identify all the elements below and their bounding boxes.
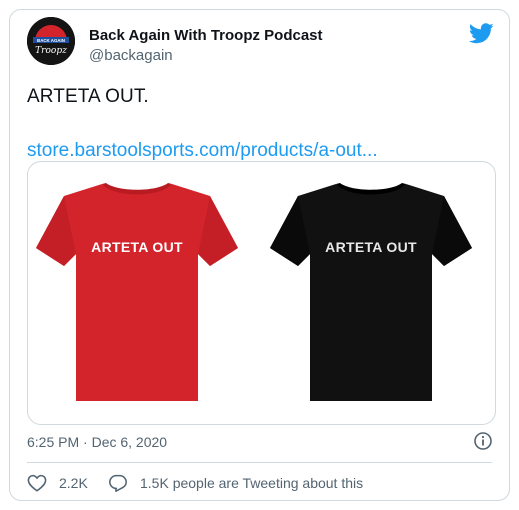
info-icon[interactable]: [473, 431, 493, 451]
avatar-logo: BACK AGAIN Troopz: [27, 17, 75, 65]
avatar-text-top: BACK AGAIN: [37, 38, 65, 43]
author-handle[interactable]: @backagain: [89, 47, 173, 64]
like-count: 2.2K: [59, 475, 88, 491]
red-shirt-image: [36, 183, 238, 401]
red-shirt-print: ARTETA OUT: [91, 239, 183, 255]
black-shirt-print: ARTETA OUT: [325, 239, 417, 255]
heart-icon: [27, 474, 47, 492]
twitter-bird-icon[interactable]: [469, 23, 494, 44]
divider: [27, 462, 492, 463]
avatar[interactable]: BACK AGAIN Troopz: [27, 17, 75, 65]
black-shirt-image: [270, 183, 472, 401]
reply-button[interactable]: 1.5K people are Tweeting about this: [108, 473, 363, 493]
tweet-text: ARTETA OUT.: [27, 86, 149, 107]
tweet-media[interactable]: ARTETA OUT ARTETA OUT: [27, 161, 496, 425]
reply-icon: [109, 474, 127, 492]
like-button[interactable]: 2.2K: [27, 473, 88, 493]
author-name[interactable]: Back Again With Troopz Podcast: [89, 27, 323, 44]
tweet-link[interactable]: store.barstoolsports.com/products/a-out.…: [27, 140, 378, 162]
timestamp[interactable]: 6:25 PM · Dec 6, 2020: [27, 434, 167, 450]
tweet-card: BACK AGAIN Troopz Back Again With Troopz…: [9, 9, 510, 501]
avatar-text-bottom: Troopz: [35, 46, 67, 56]
tweeting-count: 1.5K people are Tweeting about this: [140, 475, 364, 491]
